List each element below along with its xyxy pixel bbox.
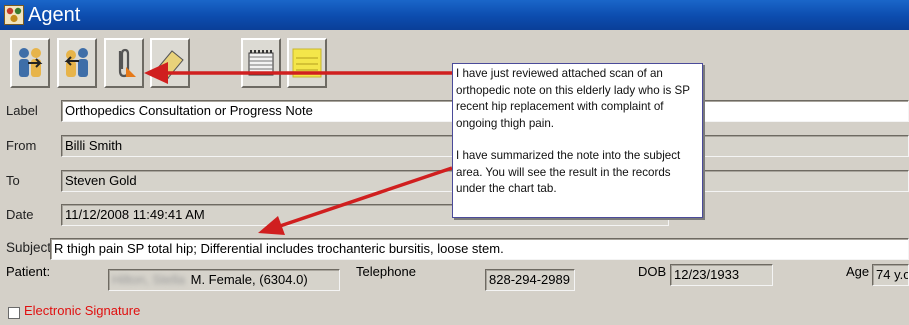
records-button[interactable] [241, 38, 281, 88]
attachment-button[interactable] [104, 38, 144, 88]
subject-field-label: Subject [6, 240, 52, 255]
forward-person-icon [19, 48, 43, 77]
title-bar: Agent [0, 0, 909, 30]
paperclip-icon [118, 48, 136, 78]
sticky-note-icon [292, 48, 322, 78]
sticky-note-button[interactable] [287, 38, 327, 88]
subject-field[interactable]: R thigh pain SP total hip; Differential … [50, 238, 909, 260]
dob-label: DOB [638, 264, 667, 279]
telephone-field: 828-294-2989 [485, 269, 575, 291]
note-popup: I have just reviewed attached scan of an… [452, 63, 703, 218]
eraser-icon [155, 50, 184, 79]
to-field-label: To [6, 173, 20, 188]
patient-label: Patient: [6, 264, 51, 279]
age-field: 74 y.o. [872, 264, 909, 286]
note-paragraph-2: I have summarized the note into the subj… [456, 149, 681, 195]
reply-button[interactable] [57, 38, 97, 88]
forward-button[interactable] [10, 38, 50, 88]
patient-name-redacted: Hilton, Stella [112, 272, 185, 287]
agent-app-icon [4, 5, 24, 25]
reply-person-icon [64, 48, 88, 77]
erase-button[interactable] [150, 38, 190, 88]
window-title: Agent [28, 4, 81, 26]
label-field-label: Label [6, 103, 38, 118]
patient-name-visible: M. Female, (6304.0) [190, 272, 308, 287]
date-field-label: Date [6, 207, 34, 222]
age-label: Age [846, 264, 870, 279]
electronic-signature-label[interactable]: Electronic Signature [24, 303, 140, 318]
telephone-label: Telephone [356, 264, 416, 279]
notebook-icon [248, 50, 274, 76]
note-paragraph-1: I have just reviewed attached scan of an… [456, 67, 690, 130]
electronic-signature-checkbox[interactable] [8, 307, 20, 319]
patient-field: Hilton, Stella M. Female, (6304.0) [108, 269, 340, 291]
dob-field: 12/23/1933 [670, 264, 773, 286]
from-field-label: From [6, 138, 37, 153]
